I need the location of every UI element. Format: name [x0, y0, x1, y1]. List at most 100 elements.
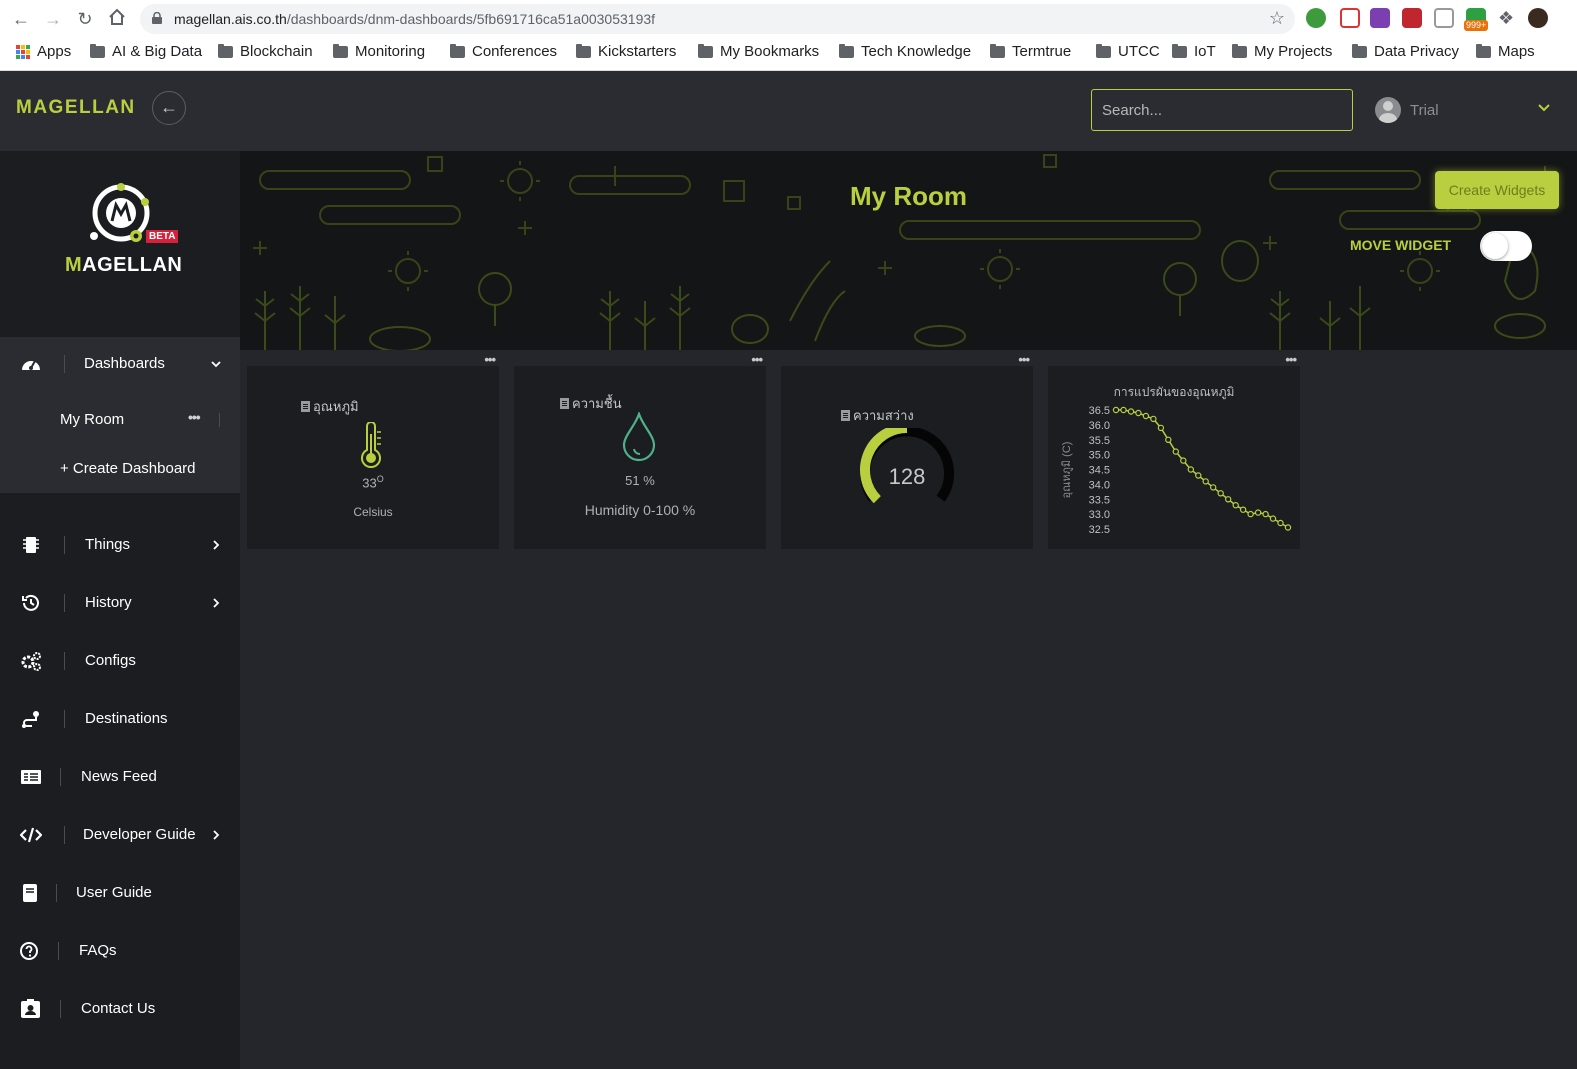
- bookmark-folder[interactable]: Blockchain: [218, 43, 313, 60]
- light-value: 128: [888, 464, 926, 489]
- widget-temperature-chart: ••• การแปรผันของอุณหภูมิ อุณหภูมิ (C) 36…: [1048, 352, 1300, 549]
- separator: [64, 355, 65, 373]
- chevron-down-icon[interactable]: [1536, 99, 1552, 115]
- user-name[interactable]: Trial: [1410, 102, 1439, 119]
- sidebar-item-faqs[interactable]: FAQs: [0, 931, 240, 971]
- chart-data-point: [1187, 466, 1194, 473]
- chart-data-point: [1150, 415, 1157, 423]
- chart-data-point: [1284, 524, 1292, 531]
- chart-data-point: [1269, 515, 1277, 522]
- sidebar-item-label: User Guide: [76, 884, 152, 901]
- bookmark-apps[interactable]: Apps: [16, 43, 71, 60]
- forward-arrow-icon[interactable]: →: [42, 8, 64, 30]
- question-icon: [20, 942, 38, 960]
- move-widget-toggle[interactable]: [1480, 231, 1532, 261]
- folder-icon: [1352, 43, 1367, 58]
- chevron-right-icon: [213, 830, 220, 840]
- chart-y-tick-label: 34.5: [1089, 465, 1110, 477]
- evernote-extension-icon[interactable]: [1306, 8, 1326, 28]
- address-bar[interactable]: magellan.ais.co.th/dashboards/dnm-dashbo…: [140, 4, 1295, 34]
- bookmark-folder[interactable]: My Projects: [1232, 43, 1332, 60]
- create-dashboard-link[interactable]: + Create Dashboard: [60, 460, 196, 477]
- search-input[interactable]: [1091, 89, 1353, 131]
- bookmark-folder[interactable]: Maps: [1476, 43, 1535, 60]
- bookmark-folder[interactable]: Monitoring: [333, 43, 425, 60]
- sidebar-item-label: Developer Guide: [83, 826, 196, 843]
- chart-data-point: [1277, 519, 1284, 527]
- sidebar-item-dashboards[interactable]: Dashboards: [0, 344, 240, 384]
- chart-y-tick-label: 33.5: [1089, 494, 1110, 506]
- puzzle-extensions-icon[interactable]: ❖: [1498, 8, 1518, 28]
- widget-temperature: ••• อุณหภูมิ 33O Celsius: [247, 352, 499, 549]
- chart-series-line: [1116, 409, 1289, 529]
- sidebar-item-user-guide[interactable]: User Guide: [0, 873, 240, 913]
- folder-icon: [576, 43, 591, 58]
- speedometer-icon: [22, 360, 40, 370]
- widget-menu-icon[interactable]: •••: [484, 352, 496, 367]
- chart-y-tick-label: 35.0: [1089, 450, 1110, 462]
- sidebar-item-label: FAQs: [79, 942, 117, 959]
- chart-y-tick-label: 35.5: [1089, 435, 1110, 447]
- reload-icon[interactable]: ↻: [74, 8, 96, 30]
- chart-y-tick-label: 36.5: [1089, 405, 1110, 417]
- bookmark-star-icon[interactable]: ☆: [1269, 8, 1285, 29]
- bookmark-folder[interactable]: AI & Big Data: [90, 43, 202, 60]
- more-options-icon[interactable]: •••: [188, 409, 201, 425]
- chart-data-point: [1262, 510, 1269, 518]
- widget-menu-icon[interactable]: •••: [1285, 352, 1297, 367]
- sidebar-item-news-feed[interactable]: News Feed: [0, 757, 240, 797]
- create-widgets-button[interactable]: Create Widgets: [1435, 171, 1559, 209]
- collapse-sidebar-button[interactable]: ←: [152, 91, 186, 125]
- bookmark-folder[interactable]: Tech Knowledge: [839, 43, 971, 60]
- widget-menu-icon[interactable]: •••: [751, 352, 763, 367]
- route-icon: [22, 711, 39, 728]
- folder-icon: [839, 43, 854, 58]
- folder-icon: [1096, 43, 1111, 58]
- magellan-logo[interactable]: BETA MAGELLAN: [60, 181, 190, 281]
- folder-icon: [1476, 43, 1491, 58]
- temperature-line-chart: การแปรผันของอุณหภูมิ อุณหภูมิ (C) 36.5 36…: [1061, 385, 1292, 536]
- separator: [219, 413, 220, 427]
- bookmark-folder[interactable]: Termtrue: [990, 43, 1071, 60]
- sidebar-item-contact-us[interactable]: Contact Us: [0, 989, 240, 1029]
- onenote-extension-icon[interactable]: [1370, 8, 1390, 28]
- avatar[interactable]: [1375, 97, 1401, 123]
- chart-data-point: [1224, 496, 1232, 503]
- extension-icon[interactable]: [1340, 8, 1360, 28]
- bookmark-folder[interactable]: Kickstarters: [576, 43, 676, 60]
- sidebar-item-history[interactable]: History: [0, 583, 240, 623]
- dashboard-my-room[interactable]: My Room: [60, 411, 124, 428]
- chart-y-tick-label: 36.0: [1089, 420, 1110, 432]
- extension-icon[interactable]: [1402, 8, 1422, 28]
- chart-y-tick-label: 34.0: [1089, 479, 1110, 491]
- newspaper-icon: [21, 770, 41, 784]
- back-arrow-icon[interactable]: ←: [10, 8, 32, 30]
- chart-data-point: [1135, 409, 1142, 417]
- widget-menu-icon[interactable]: •••: [1018, 352, 1030, 367]
- sidebar-item-things[interactable]: Things: [0, 525, 240, 565]
- bookmark-folder[interactable]: Data Privacy: [1352, 43, 1459, 60]
- sidebar-item-configs[interactable]: Configs: [0, 641, 240, 681]
- chevron-right-icon: [213, 540, 220, 550]
- chart-data-point: [1165, 436, 1172, 444]
- bookmark-folder[interactable]: My Bookmarks: [698, 43, 819, 60]
- home-icon[interactable]: [106, 8, 128, 30]
- chart-title: การแปรผันของอุณหภูมิ: [1114, 385, 1235, 400]
- sidebar-item-label: History: [85, 594, 132, 611]
- app-header: MAGELLAN ← Trial: [0, 71, 1577, 151]
- sidebar-item-developer-guide[interactable]: Developer Guide: [0, 815, 240, 855]
- bookmark-folder[interactable]: IoT: [1172, 43, 1216, 60]
- profile-avatar-icon[interactable]: [1528, 8, 1548, 28]
- extension-icon[interactable]: 999+: [1464, 8, 1489, 31]
- separator: [64, 826, 65, 844]
- sidebar-item-label: Contact Us: [81, 1000, 156, 1017]
- bookmark-folder[interactable]: Conferences: [450, 43, 557, 60]
- chart-data-point: [1247, 510, 1254, 518]
- brand-title: MAGELLAN: [16, 97, 136, 118]
- chart-data-point: [1209, 484, 1217, 491]
- extension-icon[interactable]: [1434, 8, 1454, 28]
- sidebar-item-destinations[interactable]: Destinations: [0, 699, 240, 739]
- humidity-caption: Humidity 0-100 %: [584, 502, 696, 518]
- apps-grid-icon: [16, 44, 30, 59]
- bookmark-folder[interactable]: UTCC: [1096, 43, 1160, 60]
